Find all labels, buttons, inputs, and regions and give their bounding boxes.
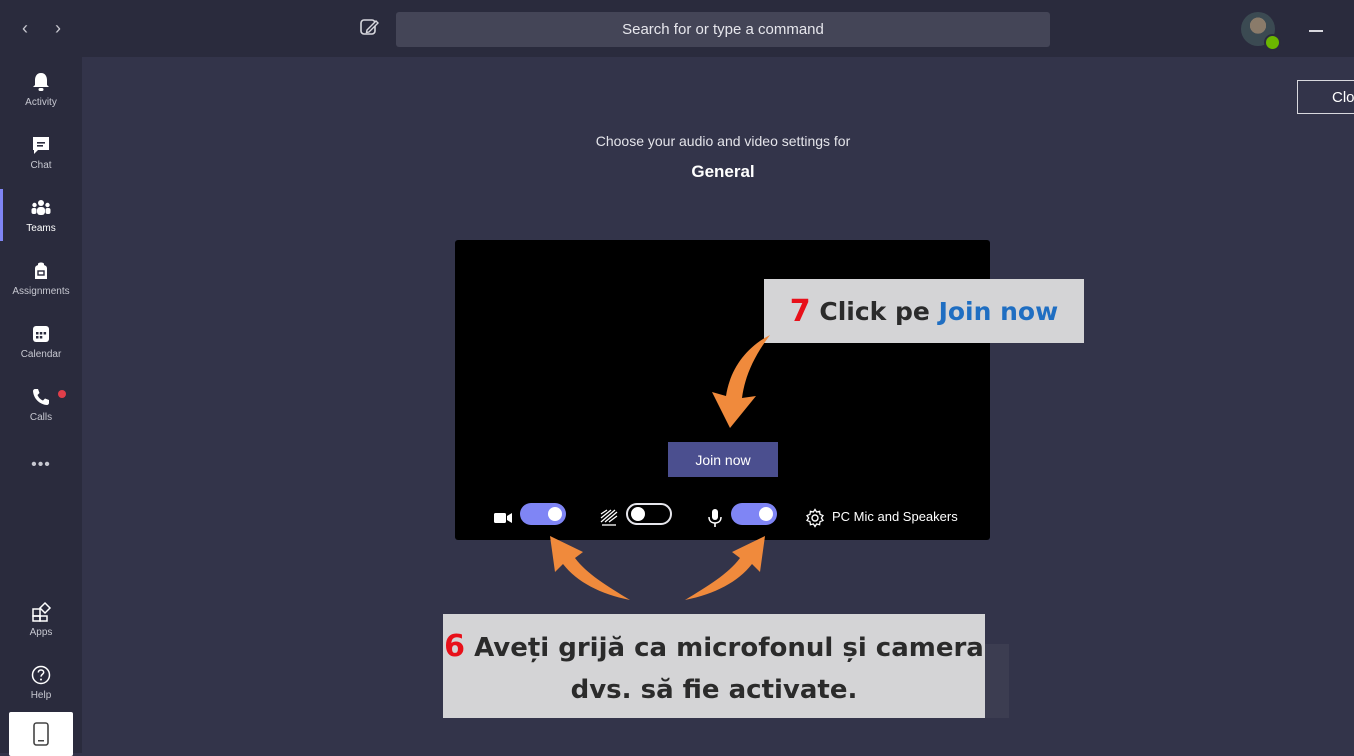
search-input[interactable]: Search for or type a command <box>396 12 1050 47</box>
background-blur-icon <box>600 509 618 526</box>
step-text: Click pe <box>810 296 939 326</box>
step-text-line1: Aveți grijă ca microfonul și camera <box>465 633 984 663</box>
settings-prompt: Choose your audio and video settings for <box>595 133 851 149</box>
rail-item-more[interactable]: ••• <box>0 435 82 495</box>
arrow-to-join-icon <box>712 335 770 428</box>
chat-icon <box>33 136 49 154</box>
camera-toggle[interactable] <box>520 503 566 525</box>
rail-item-label: Teams <box>26 222 56 234</box>
rail-item-label: Assignments <box>12 285 70 297</box>
step-6-callout: 6 Aveți grijă ca microfonul și camera dv… <box>443 614 985 718</box>
arrow-to-camera-icon <box>550 536 630 600</box>
step-highlight: Join now <box>938 296 1059 326</box>
rail-item-label: Apps <box>29 626 53 638</box>
rail-item-label: Help <box>30 689 52 701</box>
rail-item-label: Chat <box>30 159 52 171</box>
apps-icon <box>32 601 52 622</box>
arrow-to-mic-icon <box>685 536 765 600</box>
notification-badge <box>58 390 66 398</box>
rail-item-assignments[interactable]: Assignments <box>0 248 82 308</box>
rail-item-activity[interactable]: Activity <box>0 59 82 119</box>
step-number: 7 <box>789 293 811 329</box>
rail-item-help[interactable]: Help <box>0 652 82 712</box>
channel-name: General <box>691 162 755 181</box>
teams-icon <box>31 199 51 215</box>
microphone-toggle[interactable] <box>731 503 777 525</box>
minimize-icon[interactable] <box>1309 30 1323 32</box>
title-bar: ‹ › Search for or type a command <box>0 0 1354 57</box>
rail-item-calendar[interactable]: Calendar <box>0 311 82 371</box>
calendar-icon <box>33 325 49 342</box>
compose-icon[interactable] <box>355 14 383 42</box>
step-number: 6 <box>444 629 466 664</box>
more-icon: ••• <box>31 456 51 473</box>
audio-device-label[interactable]: PC Mic and Speakers <box>832 509 958 524</box>
rail-item-calls[interactable]: Calls <box>0 374 82 434</box>
rail-item-label: Calls <box>29 411 53 423</box>
rail-item-chat[interactable]: Chat <box>0 122 82 182</box>
rail-item-label: Activity <box>25 96 57 108</box>
download-mobile-app-button[interactable] <box>9 712 73 756</box>
phone-icon <box>33 388 49 405</box>
microphone-icon <box>708 509 722 527</box>
back-arrow-icon[interactable]: ‹ <box>22 18 28 39</box>
join-now-button[interactable]: Join now <box>668 442 778 477</box>
backpack-icon <box>35 262 47 279</box>
rail-item-label: Calendar <box>20 348 62 360</box>
rail-item-apps[interactable]: Apps <box>0 589 82 649</box>
step-7-callout: 7 Click pe Join now <box>764 279 1084 343</box>
background-blur-toggle[interactable] <box>626 503 672 525</box>
shadow-block <box>985 644 1009 718</box>
mobile-phone-icon <box>33 722 49 746</box>
app-rail: Activity Chat Teams Assignments Calendar… <box>0 57 82 753</box>
bell-icon <box>33 72 49 91</box>
status-available-icon <box>1264 34 1281 51</box>
close-button[interactable]: Clo <box>1297 80 1354 114</box>
camera-icon <box>494 513 512 523</box>
help-icon <box>31 665 51 684</box>
gear-icon[interactable] <box>805 508 825 528</box>
step-text-line2: dvs. să fie activate. <box>570 675 858 705</box>
rail-item-teams[interactable]: Teams <box>0 185 82 245</box>
forward-arrow-icon[interactable]: › <box>55 18 61 39</box>
